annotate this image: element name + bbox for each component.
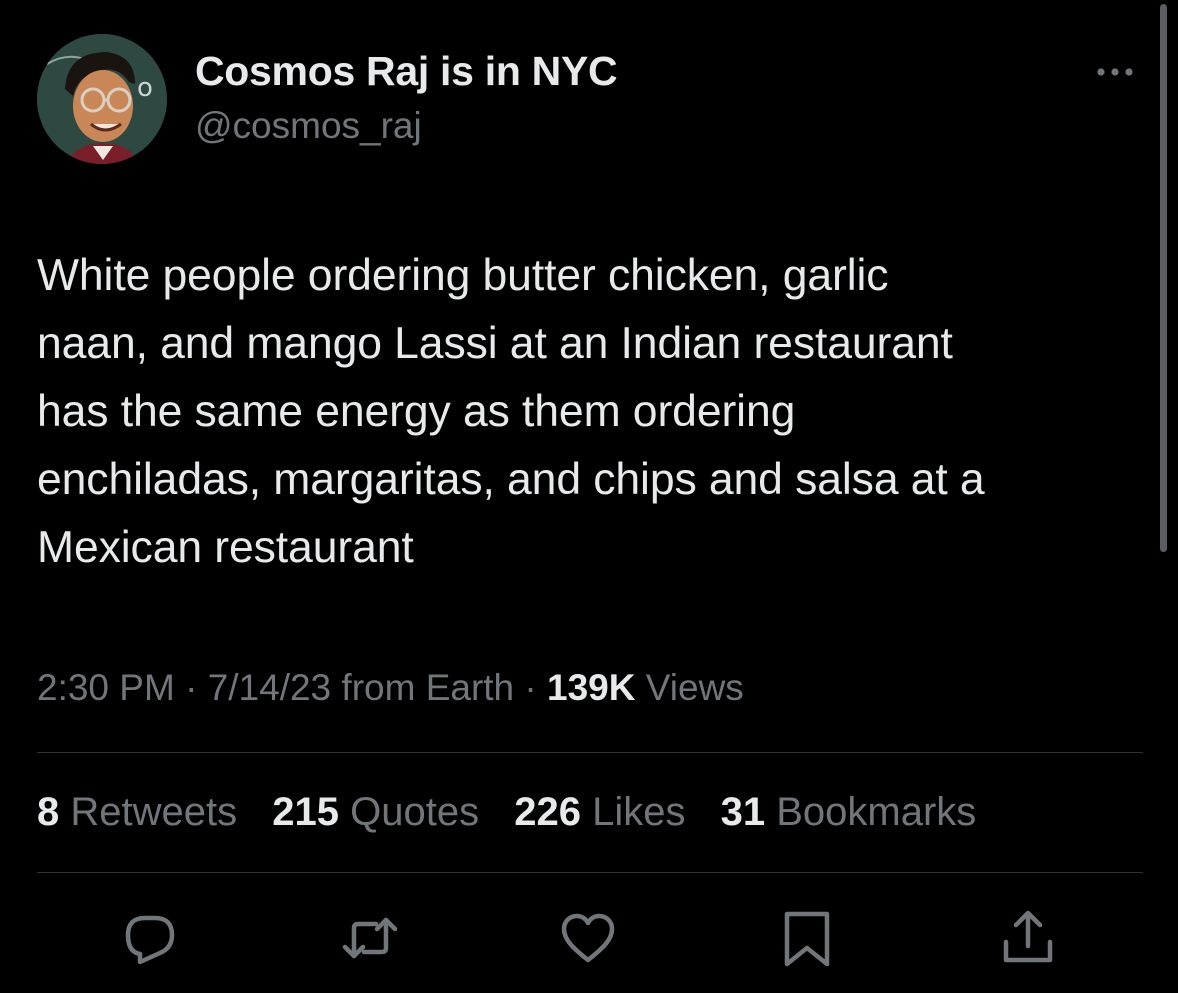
reply-icon[interactable] — [120, 908, 180, 968]
retweets-count: 8 — [37, 790, 60, 834]
more-options-icon[interactable] — [1090, 60, 1140, 84]
divider — [37, 752, 1143, 753]
quotes-count: 215 — [272, 790, 339, 834]
handle[interactable]: @cosmos_raj — [195, 105, 422, 147]
tweet-meta: 2:30 PM · 7/14/23 from Earth · 139K View… — [37, 667, 744, 709]
likes-label: Likes — [592, 790, 686, 834]
retweets-stat[interactable]: 8 Retweets — [37, 790, 237, 834]
meta-separator: · — [174, 667, 208, 708]
share-icon[interactable] — [998, 908, 1058, 968]
bookmarks-label: Bookmarks — [776, 790, 977, 834]
tweet-time[interactable]: 2:30 PM — [37, 667, 175, 708]
scrollbar[interactable] — [1160, 4, 1167, 552]
views-count[interactable]: 139K — [547, 667, 635, 708]
quotes-label: Quotes — [350, 790, 480, 834]
avatar[interactable]: o — [37, 34, 167, 164]
tweet-detail: o Cosmos Raj is in NYC @cosmos_raj White… — [0, 0, 1178, 993]
tweet-source: from Earth — [331, 667, 515, 708]
divider — [37, 872, 1143, 873]
likes-stat[interactable]: 226 Likes — [514, 790, 685, 834]
display-name[interactable]: Cosmos Raj is in NYC — [195, 48, 618, 95]
retweet-icon[interactable] — [340, 908, 400, 968]
retweets-label: Retweets — [70, 790, 238, 834]
engagement-stats: 8 Retweets 215 Quotes 226 Likes 31 Bookm… — [37, 790, 1000, 835]
tweet-date[interactable]: 7/14/23 — [208, 667, 331, 708]
bookmarks-count: 31 — [720, 790, 766, 834]
svg-text:o: o — [137, 73, 153, 103]
meta-separator: · — [514, 667, 548, 708]
like-icon[interactable] — [558, 908, 618, 968]
quotes-stat[interactable]: 215 Quotes — [272, 790, 479, 834]
bookmark-icon[interactable] — [777, 908, 837, 968]
tweet-text: White people ordering butter chicken, ga… — [37, 251, 985, 572]
bookmarks-stat[interactable]: 31 Bookmarks — [721, 790, 977, 834]
views-label[interactable]: Views — [635, 667, 744, 708]
likes-count: 226 — [514, 790, 581, 834]
